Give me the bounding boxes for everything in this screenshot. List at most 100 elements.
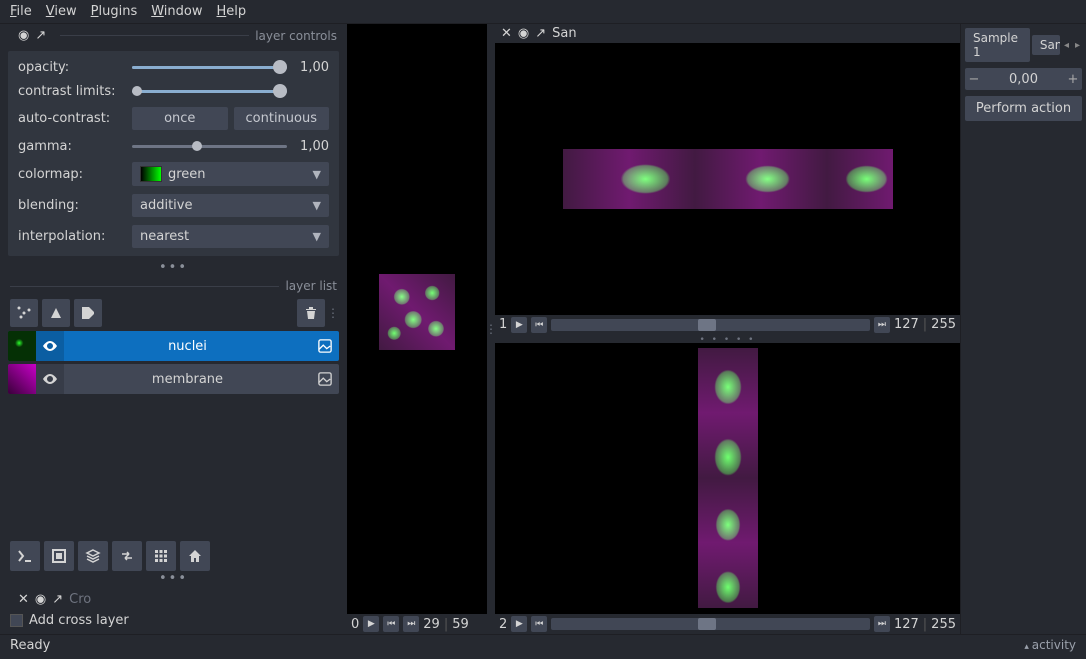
close-icon[interactable]: ✕ bbox=[18, 592, 29, 607]
layer-list-title: layer list bbox=[285, 279, 337, 293]
vertical-grip-icon[interactable]: ⋮ bbox=[487, 24, 495, 634]
interpolation-value: nearest bbox=[140, 229, 189, 244]
chevron-down-icon: ▼ bbox=[313, 230, 321, 243]
perform-action-button[interactable]: Perform action bbox=[965, 96, 1082, 121]
add-cross-layer-label: Add cross layer bbox=[29, 613, 129, 628]
chevron-down-icon: ▼ bbox=[313, 168, 321, 181]
new-shapes-button[interactable] bbox=[42, 299, 70, 327]
layer-name: nuclei bbox=[64, 339, 311, 354]
image-canvas bbox=[698, 348, 758, 608]
play-button[interactable]: ▶ bbox=[363, 616, 379, 632]
statusbar: Ready activity bbox=[0, 634, 1086, 656]
new-points-button[interactable] bbox=[10, 299, 38, 327]
blending-select[interactable]: additive ▼ bbox=[132, 194, 329, 217]
eye-toggle-icon[interactable]: ◉ bbox=[35, 592, 46, 607]
new-labels-button[interactable] bbox=[74, 299, 102, 327]
ndisplay-button[interactable] bbox=[44, 541, 74, 571]
status-text: Ready bbox=[10, 638, 50, 653]
value-spinbox[interactable]: − 0,00 + bbox=[965, 68, 1082, 90]
menu-window[interactable]: Window bbox=[151, 4, 202, 19]
blending-value: additive bbox=[140, 198, 192, 213]
spin-plus-button[interactable]: + bbox=[1064, 72, 1082, 87]
menubar: File View Plugins Window Help bbox=[0, 0, 1086, 24]
menu-help[interactable]: Help bbox=[217, 4, 247, 19]
autocontrast-once-button[interactable]: once bbox=[132, 107, 228, 130]
image-canvas bbox=[379, 274, 455, 350]
transpose-button[interactable] bbox=[112, 541, 142, 571]
axis-label: 1 bbox=[499, 317, 507, 332]
tab-sample2[interactable]: San bbox=[1032, 35, 1060, 55]
opacity-label: opacity: bbox=[18, 60, 126, 75]
eye-toggle-icon[interactable]: ◉ bbox=[518, 26, 529, 41]
layer-name: membrane bbox=[64, 372, 311, 387]
spin-minus-button[interactable]: − bbox=[965, 72, 983, 87]
tab-scroll-right-icon[interactable]: ▸ bbox=[1073, 40, 1082, 51]
layer-row-nuclei[interactable]: nuclei bbox=[8, 331, 339, 361]
layer-row-membrane[interactable]: membrane bbox=[8, 364, 339, 394]
visibility-toggle-icon[interactable] bbox=[36, 331, 64, 361]
axis-max: 59 bbox=[452, 617, 469, 632]
axis-max: 255 bbox=[931, 617, 956, 632]
step-back-button[interactable]: ⏮ bbox=[383, 616, 399, 632]
popout-icon[interactable]: ↗ bbox=[35, 28, 46, 43]
left-panel: ◉ ↗ layer controls opacity: 1,00 contras… bbox=[0, 24, 347, 634]
menu-view[interactable]: View bbox=[46, 4, 77, 19]
opacity-slider[interactable] bbox=[132, 59, 287, 75]
delete-layer-button[interactable] bbox=[297, 299, 325, 327]
right-panel: Sample 1 San ◂ ▸ − 0,00 + Perform action bbox=[960, 24, 1086, 634]
tab-scroll-left-icon[interactable]: ◂ bbox=[1062, 40, 1071, 51]
axis-label: 2 bbox=[499, 617, 507, 632]
grid-button[interactable] bbox=[146, 541, 176, 571]
axis-current: 127 bbox=[894, 317, 919, 332]
gamma-slider[interactable] bbox=[132, 138, 287, 154]
viewport-xy[interactable]: 0 ▶ ⏮ ⏭ 29 | 59 bbox=[347, 24, 487, 634]
colormap-swatch bbox=[140, 166, 162, 182]
popout-icon[interactable]: ↗ bbox=[535, 26, 546, 41]
image-layer-icon bbox=[311, 372, 339, 386]
contrast-label: contrast limits: bbox=[18, 84, 126, 99]
home-button[interactable] bbox=[180, 541, 210, 571]
colormap-select[interactable]: green ▼ bbox=[132, 162, 329, 186]
step-fwd-button[interactable]: ⏭ bbox=[874, 317, 890, 333]
autocontrast-continuous-button[interactable]: continuous bbox=[234, 107, 330, 130]
chevron-down-icon: ▼ bbox=[313, 199, 321, 212]
resize-grip-icon[interactable]: ••• bbox=[0, 260, 347, 277]
step-fwd-button[interactable]: ⏭ bbox=[403, 616, 419, 632]
layer-thumbnail bbox=[8, 331, 36, 361]
resize-grip-icon[interactable]: ••• bbox=[0, 571, 347, 588]
console-button[interactable] bbox=[10, 541, 40, 571]
add-cross-layer-checkbox[interactable] bbox=[10, 614, 23, 627]
axis-current: 127 bbox=[894, 617, 919, 632]
image-canvas bbox=[563, 149, 893, 209]
roll-dims-button[interactable] bbox=[78, 541, 108, 571]
dim-slider[interactable] bbox=[551, 618, 870, 630]
activity-button[interactable]: activity bbox=[1024, 638, 1076, 653]
viewer-dock-label: San bbox=[552, 26, 576, 41]
interpolation-select[interactable]: nearest ▼ bbox=[132, 225, 329, 248]
vertical-grip-icon[interactable]: ⋮ bbox=[329, 306, 337, 320]
horizontal-grip-icon[interactable]: • • • • • bbox=[495, 335, 960, 343]
eye-toggle-icon[interactable]: ◉ bbox=[18, 28, 29, 43]
visibility-toggle-icon[interactable] bbox=[36, 364, 64, 394]
tab-sample1[interactable]: Sample 1 bbox=[965, 28, 1030, 62]
viewer-buttons bbox=[0, 535, 347, 571]
colormap-value: green bbox=[168, 167, 206, 182]
menu-file[interactable]: File bbox=[10, 4, 32, 19]
viewport-xz[interactable]: 1 ▶ ⏮ ⏭ 127 | 255 bbox=[495, 43, 960, 335]
axis-current: 29 bbox=[423, 617, 440, 632]
blending-label: blending: bbox=[18, 198, 126, 213]
step-back-button[interactable]: ⏮ bbox=[531, 317, 547, 333]
center-panel: 0 ▶ ⏮ ⏭ 29 | 59 ⋮ ✕ ◉ ↗ San bbox=[347, 24, 960, 634]
viewport-yz[interactable]: 2 ▶ ⏮ ⏭ 127 | 255 bbox=[495, 343, 960, 635]
step-fwd-button[interactable]: ⏭ bbox=[874, 616, 890, 632]
play-button[interactable]: ▶ bbox=[511, 317, 527, 333]
play-button[interactable]: ▶ bbox=[511, 616, 527, 632]
close-icon[interactable]: ✕ bbox=[501, 26, 512, 41]
step-back-button[interactable]: ⏮ bbox=[531, 616, 547, 632]
menu-plugins[interactable]: Plugins bbox=[91, 4, 138, 19]
contrast-slider[interactable] bbox=[132, 83, 287, 99]
popout-icon[interactable]: ↗ bbox=[52, 592, 63, 607]
axis-max: 255 bbox=[931, 317, 956, 332]
dim-slider[interactable] bbox=[551, 319, 870, 331]
axis-label: 0 bbox=[351, 617, 359, 632]
